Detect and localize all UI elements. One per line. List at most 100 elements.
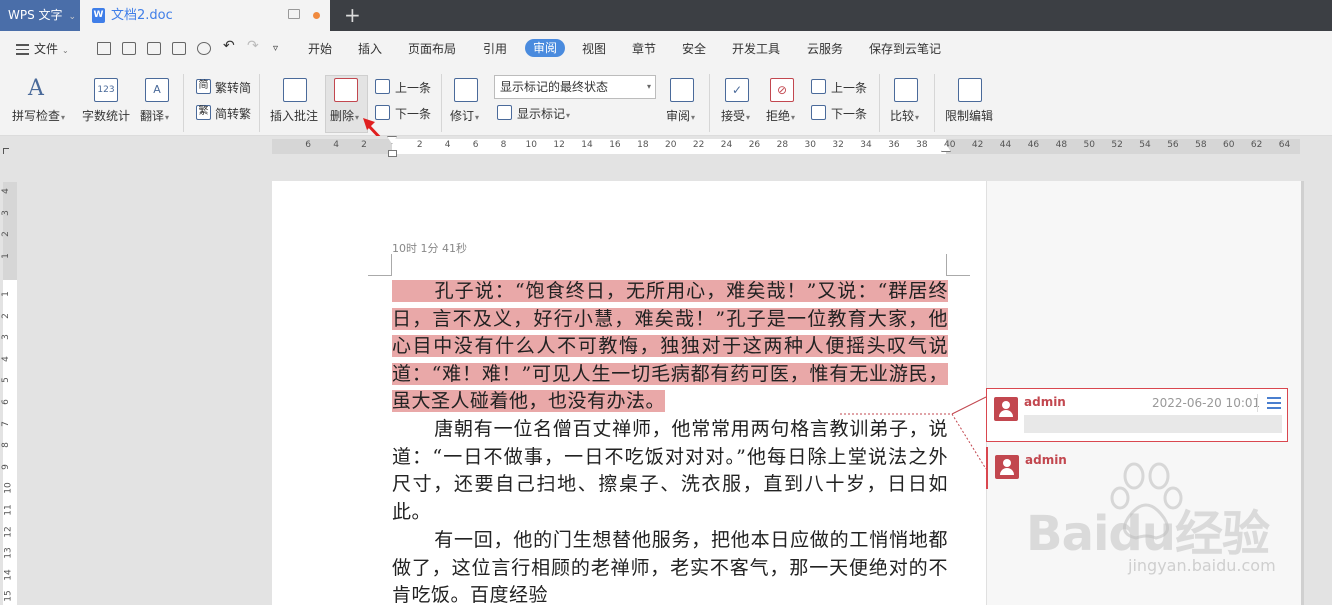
ribbon-divider — [183, 74, 184, 132]
restrict-editing-button[interactable]: 限制编辑 — [945, 107, 993, 124]
previous-change-button[interactable]: 上一条 — [831, 79, 867, 96]
save-icon[interactable] — [122, 42, 136, 55]
ruler-number: 4 — [444, 140, 451, 150]
user-avatar-icon — [995, 455, 1019, 479]
reject-button[interactable]: 拒绝▾ — [766, 107, 795, 124]
left-indent-marker-icon[interactable] — [388, 150, 397, 157]
tab-stop-selector-icon[interactable] — [3, 148, 9, 154]
ribbon-divider — [259, 74, 260, 132]
paragraph-3-text: 有一回，他的门生想替他服务，把他本日应做的工悄悄地都做了，这位言行相顾的老禅师，… — [392, 529, 948, 605]
ruler-number: 50 — [1083, 140, 1095, 150]
menu-security[interactable]: 安全 — [682, 41, 706, 57]
crop-mark — [946, 254, 970, 276]
ruler-number: 6 — [0, 399, 11, 405]
user-avatar-icon — [994, 397, 1018, 421]
ruler-number: 8 — [0, 442, 11, 449]
paragraph-3[interactable]: 有一回，他的门生想替他服务，把他本日应做的工悄悄地都做了，这位言行相顾的老禅师，… — [392, 527, 948, 605]
comment-connector-line — [840, 396, 987, 470]
menu-home[interactable]: 开始 — [308, 41, 332, 57]
next-change-button[interactable]: 下一条 — [831, 105, 867, 122]
ruler-number: 36 — [888, 140, 900, 150]
menu-insert[interactable]: 插入 — [358, 41, 382, 57]
chevron-down-icon: ▾ — [566, 111, 571, 120]
compare-button[interactable]: 比较▾ — [890, 107, 919, 124]
chevron-down-icon: ▾ — [915, 113, 920, 122]
menu-dev-tools[interactable]: 开发工具 — [732, 41, 780, 57]
chevron-down-icon[interactable]: ⌄ — [69, 12, 77, 22]
comment-balloon[interactable]: admin 2022-06-20 10:01 — [986, 388, 1288, 442]
translate-button[interactable]: 翻译▾ — [140, 107, 169, 124]
ruler-number: 16 — [609, 140, 621, 150]
ruler-number: 62 — [1250, 140, 1263, 150]
ruler-number: 56 — [1167, 140, 1179, 150]
ruler-number: 34 — [860, 140, 872, 150]
ruler-number: 52 — [1111, 140, 1123, 150]
file-menu[interactable]: 文件 ⌄ — [16, 41, 69, 59]
document-tab[interactable]: W 文档2.doc — [80, 0, 330, 31]
menu-review[interactable]: 审阅 — [525, 39, 566, 57]
new-tab-button[interactable]: + — [344, 3, 361, 27]
menu-cloud-services[interactable]: 云服务 — [807, 41, 843, 57]
quick-access-dropdown-icon[interactable]: ▿ — [273, 41, 278, 57]
menu-page-layout[interactable]: 页面布局 — [408, 41, 456, 57]
menu-references[interactable]: 引用 — [483, 41, 507, 57]
pdf-icon[interactable] — [147, 42, 161, 55]
window-icon[interactable] — [288, 9, 300, 19]
accept-button[interactable]: 接受▾ — [721, 107, 750, 124]
next-comment-button[interactable]: 下一条 — [395, 105, 431, 122]
app-tab[interactable]: WPS 文字 ⌄ — [0, 0, 80, 31]
vertical-ruler[interactable]: 4 3 2 1 1 2 3 4 5 6 7 8 9 10 11 12 13 14 15 — [0, 158, 22, 605]
ruler-number: 4 — [0, 355, 11, 362]
display-mode-value: 显示标记的最终状态 — [500, 80, 609, 94]
menu-save-to-cloud-notes[interactable]: 保存到云笔记 — [869, 41, 941, 57]
ruler-number: 2 — [361, 140, 367, 150]
trad-to-simp-button[interactable]: 繁转简 — [215, 79, 251, 96]
simp-to-trad-button[interactable]: 简转繁 — [215, 105, 251, 122]
track-changes-button[interactable]: 修订▾ — [450, 107, 479, 124]
ruler-number: 10 — [3, 482, 14, 495]
ruler-number: 46 — [1027, 140, 1040, 150]
show-markup-icon — [497, 105, 512, 120]
display-mode-select[interactable]: 显示标记的最终状态 ▾ — [494, 75, 656, 99]
horizontal-ruler[interactable]: 6 4 2 2 4 6 8 10 12 14 16 18 20 22 24 26 28 30 32 34 36 38 40 4… — [0, 136, 1332, 158]
hamburger-icon — [16, 44, 29, 55]
print-icon[interactable] — [172, 42, 186, 55]
compare-label: 比较 — [890, 109, 915, 123]
accept-label: 接受 — [721, 109, 746, 123]
ruler-number: 4 — [333, 140, 339, 150]
trad-to-simp-icon: 简 — [196, 79, 211, 94]
app-name: WPS 文字 — [8, 8, 63, 22]
ruler-number: 2 — [0, 312, 11, 319]
ruler-number: 26 — [748, 140, 761, 150]
review-ribbon: A 拼写检查▾ 123 字数统计 A 翻译▾ 简 繁转简 繁 简转繁 插入批注 … — [0, 68, 1332, 136]
delete-comment-button[interactable]: 删除▾ — [330, 107, 359, 124]
comment-body-input[interactable] — [1024, 415, 1282, 433]
print-preview-icon[interactable] — [197, 42, 211, 55]
review-pane-button[interactable]: 审阅▾ — [666, 107, 695, 124]
redo-icon[interactable]: ↷ — [247, 38, 259, 54]
ruler-number: 2 — [0, 231, 11, 237]
ruler-number: 6 — [305, 140, 312, 150]
ruler-number: 60 — [1223, 140, 1235, 150]
ruler-margin-left — [272, 139, 392, 154]
ruler-number: 30 — [804, 140, 816, 150]
comment-menu-icon[interactable] — [1257, 394, 1287, 412]
ruler-number: 24 — [720, 140, 733, 150]
chevron-down-icon: ▾ — [61, 113, 66, 122]
watermark-text: Baidu经验 — [1026, 506, 1270, 562]
undo-icon[interactable]: ↶ — [223, 38, 235, 54]
accept-icon: ✓ — [725, 78, 749, 102]
spellcheck-button[interactable]: 拼写检查▾ — [12, 107, 65, 124]
previous-comment-button[interactable]: 上一条 — [395, 79, 431, 96]
menu-view[interactable]: 视图 — [582, 41, 606, 57]
word-count-button[interactable]: 字数统计 — [82, 107, 130, 124]
show-markup-button[interactable]: 显示标记▾ — [517, 105, 570, 122]
ruler-number: 48 — [1055, 140, 1068, 150]
menu-section[interactable]: 章节 — [632, 41, 656, 57]
compare-icon — [894, 78, 918, 102]
ruler-number: 28 — [776, 140, 789, 150]
open-folder-icon[interactable] — [97, 42, 111, 55]
ruler-number: 38 — [916, 140, 928, 150]
unsaved-dot-icon — [313, 12, 320, 19]
insert-comment-button[interactable]: 插入批注 — [270, 107, 318, 124]
